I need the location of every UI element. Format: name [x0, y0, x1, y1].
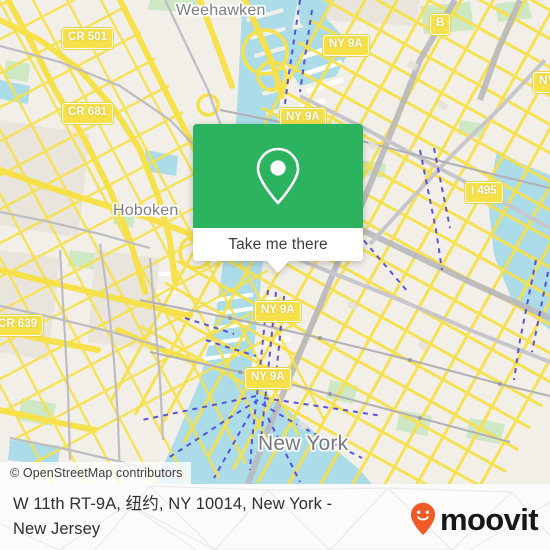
road-shield-ny: NY	[532, 71, 550, 94]
popup-header	[193, 124, 363, 228]
map-canvas[interactable]: Weehawken Hoboken New York CR 501 NY 9A …	[0, 0, 550, 484]
road-shield-ny-9a-3: NY 9A	[254, 300, 302, 323]
moovit-map-screenshot: Weehawken Hoboken New York CR 501 NY 9A …	[0, 0, 550, 550]
road-shield-b: B	[428, 13, 452, 36]
road-shield-ny-9a-4: NY 9A	[244, 367, 292, 390]
osm-attribution[interactable]: © OpenStreetMap contributors	[0, 462, 191, 484]
road-shield-i-495: I 495	[464, 181, 504, 204]
map-pin-icon	[256, 147, 300, 205]
take-me-there-label: Take me there	[228, 235, 328, 253]
moovit-wordmark: moovit	[439, 501, 539, 537]
road-shield-ny-9a-1: NY 9A	[322, 34, 370, 57]
location-popup-card[interactable]: Take me there	[193, 124, 363, 273]
footer-bar: W 11th RT-9A, 纽约, NY 10014, New York - N…	[0, 484, 550, 550]
popup-pointer-tail	[267, 261, 289, 273]
road-shield-cr-681: CR 681	[61, 102, 114, 125]
moovit-brand: moovit	[410, 501, 539, 537]
road-shield-cr-501: CR 501	[61, 27, 114, 50]
take-me-there-button[interactable]: Take me there	[193, 228, 363, 273]
address-title: W 11th RT-9A, 纽约, NY 10014, New York - N…	[13, 495, 333, 538]
moovit-smiley-pin-icon	[410, 502, 436, 536]
road-shield-cr-639: CR 639	[0, 314, 44, 337]
